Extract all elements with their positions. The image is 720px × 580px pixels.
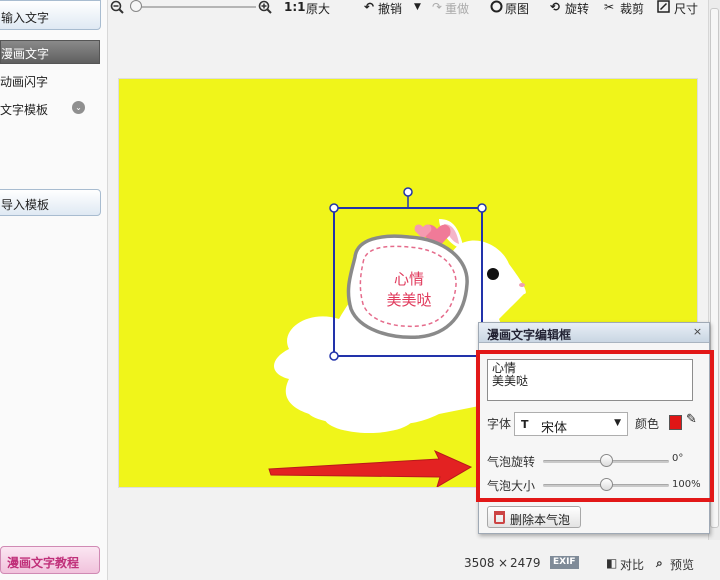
original-image-icon[interactable]: [490, 0, 503, 13]
exif-badge[interactable]: EXIF: [550, 556, 579, 569]
tab-animated-text[interactable]: 动画闪字: [0, 73, 48, 90]
size-button[interactable]: 尺寸: [674, 0, 698, 17]
tab-comic-text[interactable]: 漫画文字: [0, 40, 100, 64]
toolbar: 1:1 原大 ↶ 撤销 ▼ ↷ 重做 原图 ⟲ 旋转 ✂ 裁剪 尺寸: [108, 0, 720, 16]
crop-button[interactable]: 裁剪: [620, 0, 644, 17]
input-text-button[interactable]: 输入文字: [0, 0, 101, 30]
scissors-icon[interactable]: ✂: [604, 0, 614, 14]
redo-icon: ↷: [432, 0, 443, 14]
tab-text-template[interactable]: 文字模板: [0, 101, 48, 118]
chevron-down-icon[interactable]: ⌄: [72, 101, 85, 114]
compare-button[interactable]: 对比: [620, 556, 644, 573]
bubble-text-line-2: 美美哒: [386, 291, 431, 309]
dimension-separator: ×: [498, 556, 509, 570]
delete-bubble-button[interactable]: 删除本气泡: [487, 506, 581, 528]
original-image-button[interactable]: 原图: [505, 0, 529, 17]
image-height: 2479: [510, 556, 541, 570]
compare-icon[interactable]: ◧: [606, 556, 617, 570]
red-highlight-frame: [476, 350, 714, 502]
redo-button: 重做: [445, 2, 470, 16]
undo-dropdown-icon[interactable]: ▼: [414, 2, 421, 12]
rotate-button[interactable]: 旋转: [565, 0, 589, 17]
trash-icon: [494, 511, 505, 524]
dialog-title: 漫画文字编辑框: [479, 323, 709, 343]
red-arrow-annotation: [268, 449, 473, 487]
tutorial-button[interactable]: 漫画文字教程: [0, 546, 100, 574]
zoom-in-icon[interactable]: [258, 0, 273, 14]
status-bar: 3508 × 2479 EXIF ◧ 对比 ⌕ 预览: [108, 552, 720, 576]
image-width: 3508: [464, 556, 495, 570]
undo-button[interactable]: 撤销: [378, 0, 402, 17]
rotate-icon[interactable]: ⟲: [550, 0, 560, 14]
undo-icon[interactable]: ↶: [364, 0, 374, 14]
preview-button[interactable]: 预览: [670, 556, 694, 573]
close-icon[interactable]: ×: [691, 326, 704, 339]
zoom-slider-track[interactable]: [130, 6, 256, 8]
delete-bubble-label: 删除本气泡: [510, 513, 571, 527]
zoom-slider-handle[interactable]: [130, 0, 142, 12]
original-size-button[interactable]: 原大: [306, 0, 330, 17]
ratio-label[interactable]: 1:1: [284, 0, 306, 14]
resize-icon[interactable]: [657, 0, 670, 13]
preview-icon[interactable]: ⌕: [656, 556, 663, 571]
bubble-text-line-1: 心情: [394, 270, 424, 288]
left-panel: 输入文字 漫画文字 动画闪字 文字模板 ⌄ 导入模板 漫画文字教程: [0, 0, 108, 580]
import-template-button[interactable]: 导入模板: [0, 189, 101, 216]
zoom-out-icon[interactable]: [110, 0, 124, 14]
